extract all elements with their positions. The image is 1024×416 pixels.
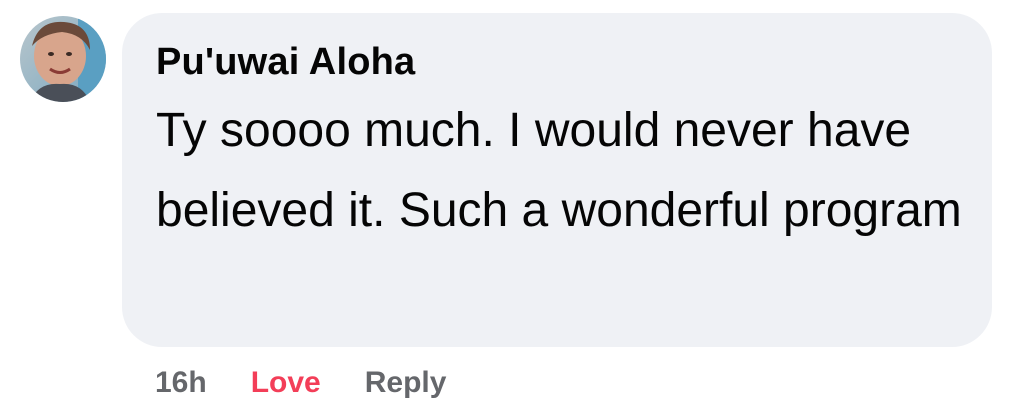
- avatar-photo-icon: [20, 16, 106, 102]
- comment-text: Ty soooo much. I would never have believ…: [156, 104, 962, 237]
- comment-actions: 16h Love Reply: [155, 360, 446, 406]
- comment: Pu'uwai Aloha Ty soooo much. I would nev…: [0, 0, 1024, 416]
- love-reaction-button[interactable]: Love: [251, 366, 321, 400]
- comment-bubble: Pu'uwai Aloha Ty soooo much. I would nev…: [122, 13, 992, 347]
- comment-author[interactable]: Pu'uwai Aloha: [156, 39, 964, 85]
- user-avatar[interactable]: [20, 16, 106, 102]
- reply-button[interactable]: Reply: [365, 366, 447, 400]
- comment-timestamp[interactable]: 16h: [155, 366, 207, 400]
